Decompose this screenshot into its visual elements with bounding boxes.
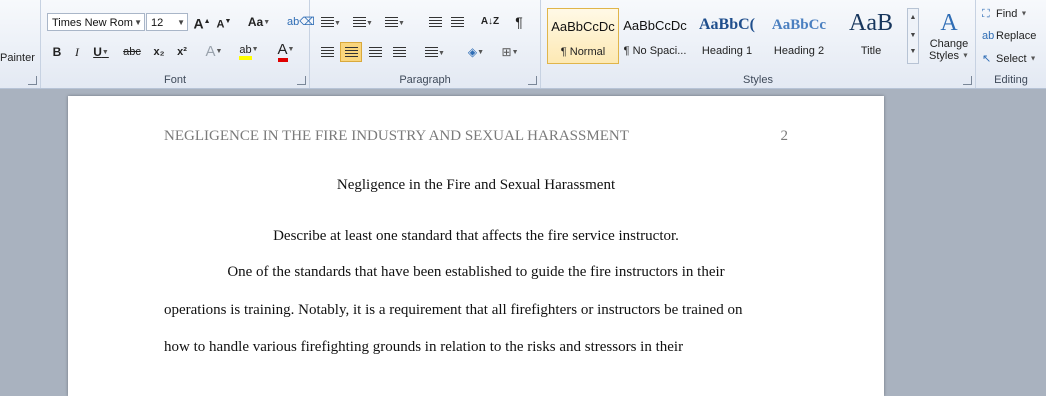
style-title[interactable]: AaB Title	[835, 8, 907, 64]
paragraph-launcher-icon[interactable]	[528, 76, 537, 85]
underline-button[interactable]: U▼	[89, 43, 113, 61]
font-name-combo[interactable]: Times New Rom ▼	[47, 13, 145, 31]
justify-button[interactable]	[390, 43, 408, 61]
style-heading-2[interactable]: AaBbCc Heading 2	[763, 8, 835, 64]
increase-indent-button[interactable]	[448, 13, 466, 31]
body-line: operations is training. Notably, it is a…	[164, 302, 743, 318]
bullets-button[interactable]: ▼	[318, 13, 344, 31]
superscript-button[interactable]: x²	[172, 43, 192, 61]
paragraph-group: ▼ ▼ ▼ A↓Z ¶ ▼ ◈▼ ⊞▼ Paragraph	[310, 0, 541, 88]
select-button[interactable]: ↖ Select ▼	[982, 52, 1037, 65]
align-left-button[interactable]	[318, 43, 336, 61]
format-painter-button[interactable]: Painter	[0, 52, 35, 64]
multilevel-list-icon	[385, 17, 399, 27]
decrease-indent-button[interactable]	[426, 13, 444, 31]
style-heading-1[interactable]: AaBbC( Heading 1	[691, 8, 763, 64]
replace-button[interactable]: ab Replace	[982, 30, 1036, 42]
chevron-down-icon[interactable]: ▼	[908, 27, 918, 45]
more-styles-icon[interactable]: ▼	[908, 45, 918, 59]
document-title: Negligence in the Fire and Sexual Harass…	[336, 177, 616, 193]
pilcrow-icon: ¶	[515, 14, 523, 30]
clear-formatting-icon[interactable]: ab⌫	[287, 13, 315, 31]
shading-button[interactable]: ◈▼	[462, 43, 490, 61]
styles-group-label: Styles	[743, 74, 773, 86]
paragraph-group-label: Paragraph	[399, 74, 451, 86]
numbering-button[interactable]: ▼	[350, 13, 376, 31]
binoculars-icon: ⛶	[982, 8, 990, 20]
bullets-icon	[321, 17, 335, 27]
line-spacing-button[interactable]: ▼	[422, 43, 448, 61]
borders-button[interactable]: ⊞▼	[496, 43, 524, 61]
clipboard-group: Painter	[0, 0, 41, 88]
change-styles-button[interactable]: A Change Styles ▼	[925, 8, 973, 68]
line-spacing-icon	[425, 47, 439, 57]
italic-button[interactable]: I	[69, 43, 85, 61]
page-number: 2	[780, 128, 789, 144]
justify-icon	[392, 47, 406, 57]
text-effects-button[interactable]: A▼	[201, 43, 227, 61]
align-left-icon	[320, 47, 334, 57]
font-size-value: 12	[151, 17, 164, 29]
font-launcher-icon[interactable]	[297, 76, 306, 85]
font-name-value: Times New Rom	[52, 17, 133, 29]
ribbon: Painter Times New Rom ▼ 12 ▼ A▲ A▼ Aa▼ a…	[0, 0, 1046, 89]
font-group: Times New Rom ▼ 12 ▼ A▲ A▼ Aa▼ ab⌫ B I U…	[41, 0, 315, 88]
body-line: how to handle various firefighting groun…	[164, 339, 684, 355]
align-right-icon	[368, 47, 382, 57]
document-page[interactable]: NEGLIGENCE IN THE FIRE INDUSTRY AND SEXU…	[68, 96, 884, 396]
font-group-label: Font	[163, 74, 186, 86]
clipboard-launcher-icon[interactable]	[28, 76, 37, 85]
show-formatting-button[interactable]: ¶	[510, 13, 528, 31]
align-center-button[interactable]	[340, 42, 362, 62]
find-button[interactable]: ⛶ Find ▼	[982, 8, 1027, 21]
numbering-icon	[353, 17, 367, 27]
paint-bucket-icon: ◈	[467, 45, 478, 59]
subscript-button[interactable]: x₂	[149, 43, 169, 61]
chevron-down-icon: ▼	[134, 18, 142, 27]
chevron-down-icon: ▼	[177, 18, 185, 27]
bold-button[interactable]: B	[49, 43, 65, 61]
font-size-combo[interactable]: 12 ▼	[146, 13, 188, 31]
change-case-button[interactable]: Aa▼	[245, 13, 273, 31]
font-color-button[interactable]: A▼	[271, 41, 301, 62]
sort-icon: A↓Z	[480, 16, 500, 27]
increase-indent-icon	[450, 17, 464, 27]
styles-group: AaBbCcDc ¶ Normal AaBbCcDc ¶ No Spaci...…	[541, 0, 976, 88]
decrease-indent-icon	[428, 17, 442, 27]
align-center-icon	[344, 47, 358, 57]
chevron-up-icon[interactable]: ▲	[908, 9, 918, 27]
running-head-text: NEGLIGENCE IN THE FIRE INDUSTRY AND SEXU…	[164, 128, 629, 144]
strikethrough-button[interactable]: abc	[119, 43, 145, 61]
grow-font-button[interactable]: A▲	[193, 13, 211, 32]
highlight-color-button[interactable]: ab▼	[233, 41, 265, 60]
borders-icon: ⊞	[501, 45, 512, 59]
change-styles-icon: A	[940, 10, 958, 36]
body-line: One of the standards that have been esta…	[227, 264, 725, 280]
running-head: NEGLIGENCE IN THE FIRE INDUSTRY AND SEXU…	[164, 128, 788, 145]
style-normal[interactable]: AaBbCcDc ¶ Normal	[547, 8, 619, 64]
cursor-icon: ↖	[982, 53, 992, 65]
styles-launcher-icon[interactable]	[963, 76, 972, 85]
style-no-spacing[interactable]: AaBbCcDc ¶ No Spaci...	[619, 8, 691, 64]
editing-group-label: Editing	[994, 74, 1028, 86]
multilevel-list-button[interactable]: ▼	[382, 13, 408, 31]
styles-gallery-scroll[interactable]: ▲ ▼ ▼	[907, 8, 919, 64]
replace-icon: ab	[982, 30, 995, 42]
editing-group: ⛶ Find ▼ ab Replace ↖ Select ▼ Editing	[976, 0, 1046, 88]
shrink-font-button[interactable]: A▼	[215, 13, 233, 31]
align-right-button[interactable]	[366, 43, 384, 61]
sort-button[interactable]: A↓Z	[478, 13, 502, 31]
body-line: Describe at least one standard that affe…	[273, 228, 679, 244]
